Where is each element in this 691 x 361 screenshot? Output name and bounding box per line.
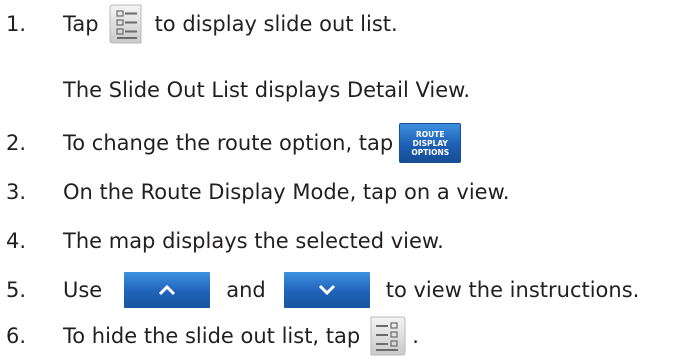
route-button-line: OPTIONS <box>411 147 450 157</box>
list-icon[interactable] <box>107 4 143 44</box>
step-text: to view the instructions. <box>385 278 640 302</box>
step-1-content: Tap to display slide out list. <box>63 4 398 44</box>
list-icon[interactable] <box>370 316 408 356</box>
step-number: 6. <box>6 324 27 348</box>
step-text: Tap <box>63 12 99 36</box>
route-display-options-button[interactable]: ROUTE DISPLAY OPTIONS <box>399 123 462 163</box>
step-text: The map displays the selected view. <box>63 229 444 253</box>
step-text: and <box>226 278 266 302</box>
step-text: Use <box>63 278 103 302</box>
step-text: On the Route Display Mode, tap on a view… <box>63 180 510 204</box>
step-text: To hide the slide out list, tap <box>63 324 361 348</box>
note-text: The Slide Out List displays Detail View. <box>63 78 471 102</box>
step-number: 3. <box>6 180 27 204</box>
step-text: To change the route option, tap <box>63 131 394 155</box>
route-button-line: DISPLAY <box>412 138 448 148</box>
step-text: . <box>412 324 419 348</box>
chevron-down-icon <box>318 284 335 296</box>
step-text: to display slide out list. <box>154 12 398 36</box>
route-button-line: ROUTE <box>415 129 445 139</box>
scroll-down-button[interactable] <box>283 272 370 308</box>
step-number: 4. <box>6 229 27 253</box>
step-5-content: Use and to view the instructions. <box>63 272 639 308</box>
step-number: 2. <box>6 131 27 155</box>
step-number: 5. <box>6 278 27 302</box>
step-6-content: To hide the slide out list, tap . <box>63 316 419 356</box>
scroll-up-button[interactable] <box>124 272 211 308</box>
step-2-content: To change the route option, tap ROUTE DI… <box>63 123 462 163</box>
step-number: 1. <box>6 12 27 36</box>
chevron-up-icon <box>159 284 176 296</box>
